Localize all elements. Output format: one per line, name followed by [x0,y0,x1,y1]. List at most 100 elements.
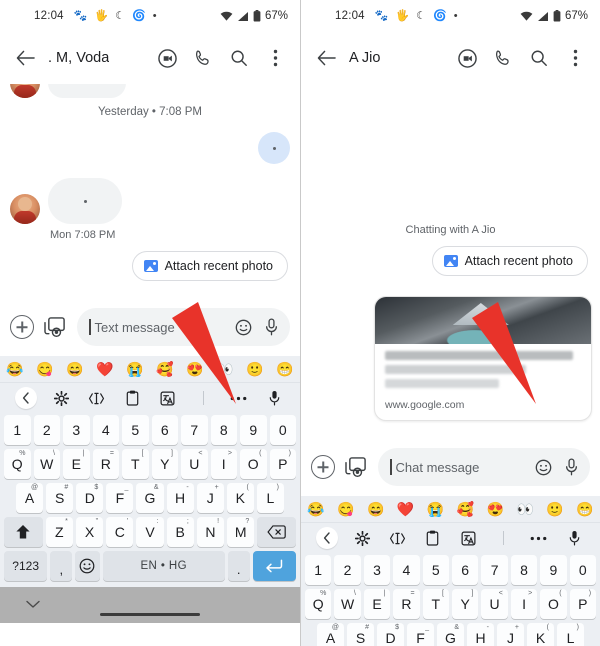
key-4[interactable]: 4 [92,415,119,445]
key-q[interactable]: % Q [304,589,332,619]
emoji-item[interactable]: 😍 [487,502,504,516]
key-3[interactable]: 3 [63,415,90,445]
key-4[interactable]: 4 [393,555,420,585]
more-icon[interactable] [521,536,556,541]
emoji-icon[interactable] [535,459,552,476]
emoji-item[interactable]: 😭 [126,362,143,376]
emoji-item[interactable]: ❤️ [397,502,414,516]
message-input-left[interactable]: Text message [77,308,290,346]
video-call-icon[interactable] [456,47,478,69]
emoji-item[interactable]: 😄 [367,502,384,516]
cursor-move-icon[interactable] [380,532,415,545]
key-7[interactable]: 7 [181,415,208,445]
translate-icon[interactable] [150,391,186,406]
microphone-icon[interactable] [557,530,592,546]
message-bubble-incoming[interactable] [48,178,122,224]
search-icon[interactable] [528,47,550,69]
plus-circle-icon[interactable] [311,455,335,479]
key-i[interactable]: > I [210,449,237,479]
key-k[interactable]: (K [226,483,254,513]
cursor-move-icon[interactable] [79,392,115,405]
key-1[interactable]: 1 [4,415,31,445]
key-g[interactable]: & G [437,623,464,646]
key-1[interactable]: 1 [304,555,332,585]
emoji-item[interactable]: 😍 [186,362,203,376]
emoji-item[interactable]: 😭 [427,502,444,516]
key-j[interactable]: + J [497,623,524,646]
key-h[interactable]: -H [467,623,494,646]
chevron-down-icon[interactable] [26,596,40,614]
emoji-item[interactable]: 🙂 [246,362,263,376]
key-w[interactable]: \ W [33,449,60,479]
video-call-icon[interactable] [156,47,178,69]
emoji-item[interactable]: 😂 [6,362,23,376]
key-6[interactable]: 6 [151,415,178,445]
emoji-item[interactable]: 👀 [516,502,533,516]
key-t[interactable]: [T [422,589,449,619]
key-v[interactable]: :V [136,517,164,547]
microphone-icon[interactable] [265,318,278,336]
key-z[interactable]: * Z [45,517,73,547]
key-9[interactable]: 9 [540,555,567,585]
key-8[interactable]: 8 [210,415,237,445]
key-p[interactable]: ) P [269,449,296,479]
key-c[interactable]: ' C [106,517,134,547]
conversation-title[interactable]: A Jio [349,50,380,66]
key-q[interactable]: % Q [4,449,31,479]
microphone-icon[interactable] [565,458,578,476]
key-o[interactable]: (O [240,449,267,479]
message-input-right[interactable]: Chat message [378,448,590,486]
key-s[interactable]: # S [347,623,374,646]
attach-recent-photo-chip[interactable]: Attach recent photo [131,251,288,281]
key-6[interactable]: 6 [452,555,479,585]
emoji-item[interactable]: 😄 [66,362,83,376]
gear-icon[interactable] [44,390,80,406]
message-bubble-outgoing[interactable] [258,132,290,164]
key-5[interactable]: 5 [122,415,149,445]
key-l[interactable]: ) L [256,483,284,513]
key-j[interactable]: + J [196,483,224,513]
emoji-item[interactable]: ❤️ [96,362,113,376]
attach-recent-photo-chip[interactable]: Attach recent photo [431,246,588,276]
key-d[interactable]: $ D [377,623,404,646]
key-w[interactable]: \ W [334,589,361,619]
emoji-icon[interactable] [235,319,252,336]
search-icon[interactable] [228,47,250,69]
backspace-icon[interactable] [257,517,296,547]
back-arrow-icon[interactable] [311,43,341,73]
key-s[interactable]: # S [46,483,74,513]
emoji-item[interactable]: 🥰 [156,362,173,376]
key-e[interactable]: | E [363,589,391,619]
key-3[interactable]: 3 [363,555,391,585]
phone-call-icon[interactable] [492,47,514,69]
key-u[interactable]: < U [481,589,508,619]
back-chevron-icon[interactable] [14,387,37,409]
key-h[interactable]: -H [166,483,194,513]
translate-icon[interactable] [451,531,486,546]
key-y[interactable]: ] Y [151,449,178,479]
more-options-icon[interactable] [564,47,586,69]
key-f[interactable]: _ F [407,623,434,646]
gallery-icon[interactable] [44,316,67,338]
key-p[interactable]: ) P [569,589,597,619]
emoji-item[interactable]: 🥰 [457,502,474,516]
key-i[interactable]: > I [510,589,538,619]
enter-icon[interactable] [252,551,296,581]
phone-call-icon[interactable] [192,47,214,69]
conversation-title[interactable]: . M, Voda [48,50,109,66]
space-key[interactable]: EN • HG [102,551,225,581]
emoji-icon[interactable] [75,551,100,581]
key-a[interactable]: @ A [16,483,44,513]
gear-icon[interactable] [344,530,379,546]
key-r[interactable]: = R [92,449,119,479]
period-key[interactable]: . [227,551,250,581]
plus-circle-icon[interactable] [10,315,34,339]
more-icon[interactable] [221,396,257,401]
avatar[interactable] [10,194,40,224]
key-y[interactable]: ] Y [452,589,479,619]
key-0[interactable]: 0 [569,555,597,585]
key-k[interactable]: (K [527,623,554,646]
gallery-icon[interactable] [345,456,368,478]
emoji-item[interactable]: 😋 [36,362,53,376]
key-f[interactable]: _ F [106,483,134,513]
